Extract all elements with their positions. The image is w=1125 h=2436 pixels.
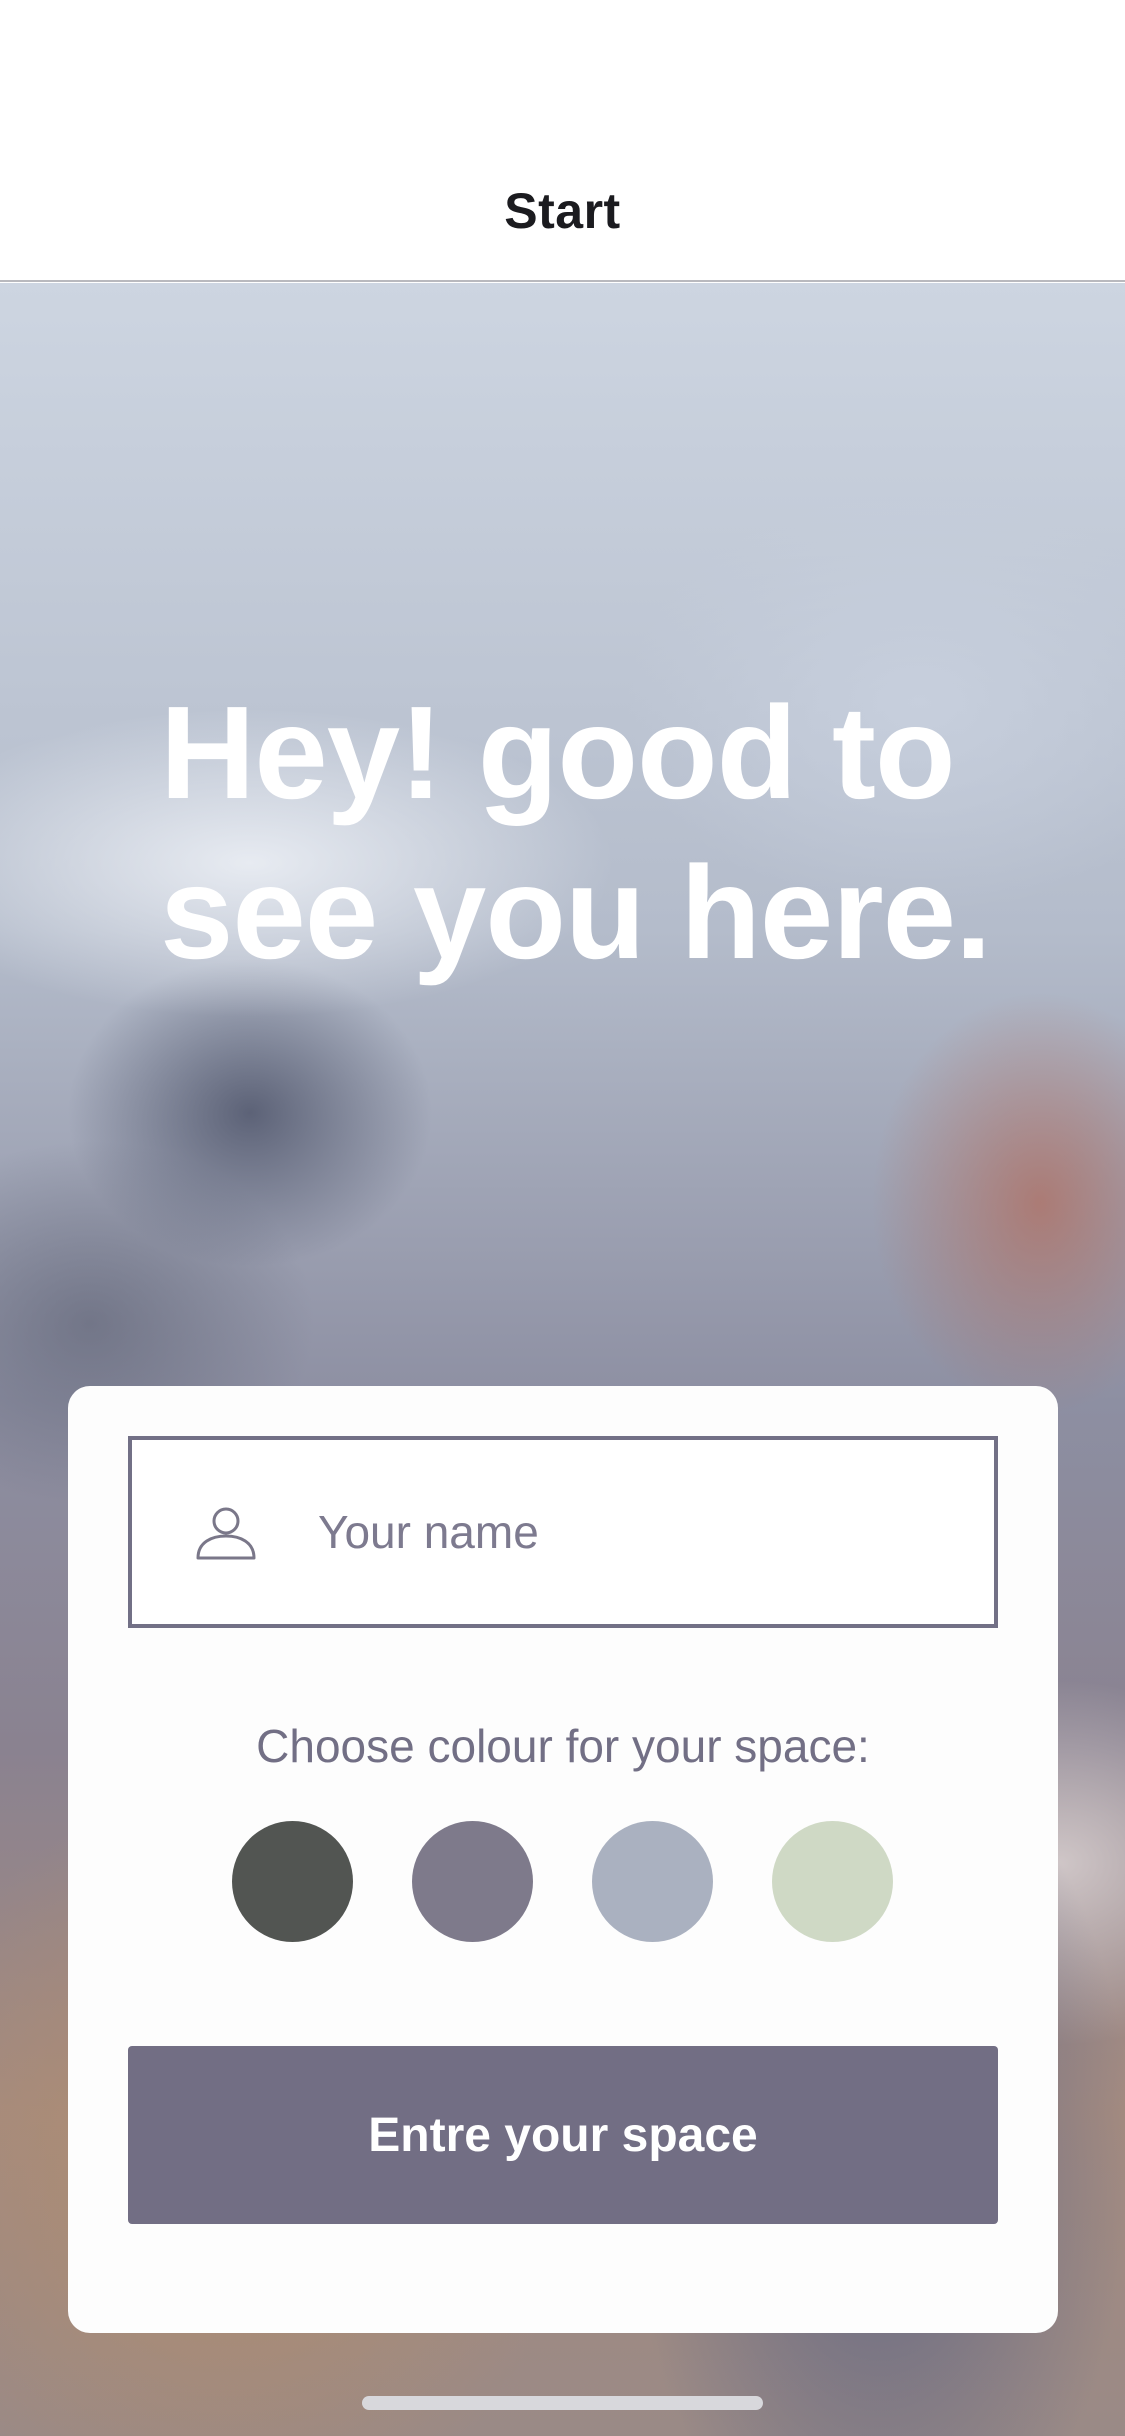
colour-swatch-light-blue-grey[interactable] <box>592 1821 713 1942</box>
colour-swatch-dark-grey[interactable] <box>232 1821 353 1942</box>
onboarding-card: Choose colour for your space: Entre your… <box>68 1386 1058 2333</box>
home-indicator[interactable] <box>362 2396 763 2410</box>
name-field[interactable] <box>128 1436 998 1628</box>
enter-space-button[interactable]: Entre your space <box>128 2046 998 2224</box>
navigation-bar: Start <box>0 0 1125 282</box>
page-title: Start <box>504 183 621 239</box>
name-input[interactable] <box>318 1440 958 1624</box>
colour-swatch-group <box>232 1821 894 1943</box>
person-icon <box>196 1507 256 1560</box>
hero-background-image: Hey! good to see you here. Choose colour… <box>0 283 1125 2436</box>
welcome-headline: Hey! good to see you here. <box>160 679 992 986</box>
colour-swatch-sage-green[interactable] <box>772 1821 893 1942</box>
colour-prompt-label: Choose colour for your space: <box>256 1720 870 1772</box>
colour-swatch-muted-purple[interactable] <box>412 1821 533 1942</box>
